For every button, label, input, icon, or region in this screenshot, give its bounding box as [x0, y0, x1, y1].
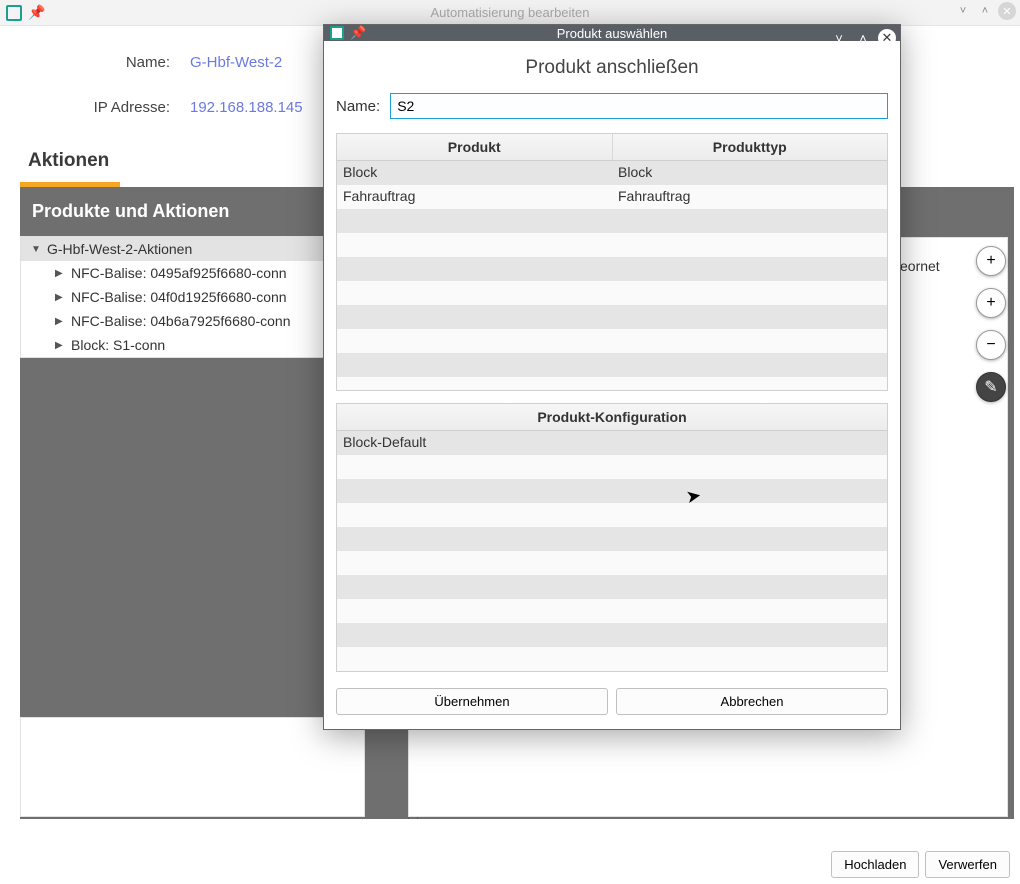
tree-root[interactable]: ▼ G-Hbf-West-2-Aktionen [21, 237, 364, 261]
product-table[interactable]: Produkt Produkttyp Block Block Fahrauftr… [336, 133, 888, 391]
table-row[interactable]: Fahrauftrag Fahrauftrag [337, 185, 887, 209]
plus-icon: + [986, 252, 995, 270]
tree-item-label: NFC-Balise: 0495af925f6680-conn [71, 265, 287, 281]
name-input-label: Name: [336, 98, 380, 115]
dialog-body: Produkt anschließen Name: Produkt Produk… [324, 41, 900, 729]
table-row[interactable] [337, 377, 887, 391]
app-logo-icon [330, 26, 344, 40]
table-row[interactable] [337, 209, 887, 233]
pencil-icon: ✎ [984, 377, 997, 397]
name-input[interactable] [390, 93, 888, 119]
table-row[interactable] [337, 233, 887, 257]
name-value[interactable]: G-Hbf-West-2 [190, 54, 282, 71]
collapse-icon[interactable]: ▶ [55, 292, 65, 303]
parent-window-title: Automatisierung bearbeiten [431, 5, 590, 20]
chevron-up-icon[interactable]: ˄ [976, 2, 994, 20]
table-row[interactable] [337, 623, 887, 647]
table-row[interactable] [337, 329, 887, 353]
table-row[interactable] [337, 455, 887, 479]
table-row[interactable] [337, 281, 887, 305]
cell-product: Block [337, 161, 612, 185]
dialog-titlebar: 📌 Produkt auswählen ˅ ˄ ✕ [324, 25, 900, 41]
close-icon[interactable]: ✕ [878, 29, 896, 47]
cancel-button[interactable]: Abbrechen [616, 688, 888, 715]
edit-tool-button[interactable]: ✎ [976, 372, 1006, 402]
table-row[interactable] [337, 503, 887, 527]
add-tool-a-button[interactable]: + [976, 246, 1006, 276]
config-table-header: Produkt-Konfiguration [337, 404, 887, 431]
upload-button[interactable]: Hochladen [831, 851, 919, 878]
close-icon[interactable]: ✕ [998, 2, 1016, 20]
ip-value[interactable]: 192.168.188.145 [190, 99, 303, 116]
table-row[interactable] [337, 257, 887, 281]
plus-icon: + [986, 294, 995, 312]
tree-item-label: NFC-Balise: 04b6a7925f6680-conn [71, 313, 290, 329]
dialog-title: Produkt auswählen [557, 26, 668, 41]
pin-icon[interactable]: 📌 [28, 4, 45, 21]
cell-type: Fahrauftrag [612, 185, 887, 209]
table-row[interactable] [337, 305, 887, 329]
apply-button[interactable]: Übernehmen [336, 688, 608, 715]
add-tool-b-button[interactable]: + [976, 288, 1006, 318]
discard-button[interactable]: Verwerfen [925, 851, 1010, 878]
expand-icon[interactable]: ▼ [31, 244, 41, 255]
remove-tool-button[interactable]: − [976, 330, 1006, 360]
chevron-up-icon[interactable]: ˄ [854, 29, 872, 47]
select-product-dialog: 📌 Produkt auswählen ˅ ˄ ✕ Produkt anschl… [323, 24, 901, 730]
tree-item[interactable]: ▶ NFC-Balise: 04f0d1925f6680-conn [21, 285, 364, 309]
collapse-icon[interactable]: ▶ [55, 268, 65, 279]
table-row[interactable]: Block Block [337, 161, 887, 185]
table-row[interactable] [337, 353, 887, 377]
tree-item[interactable]: ▶ NFC-Balise: 04b6a7925f6680-conn [21, 309, 364, 333]
table-row[interactable]: Block-Default [337, 431, 887, 455]
tree-item[interactable]: ▶ NFC-Balise: 0495af925f6680-conn [21, 261, 364, 285]
tree-root-label: G-Hbf-West-2-Aktionen [47, 241, 192, 257]
bottom-button-bar: Hochladen Verwerfen [831, 851, 1010, 878]
config-row-label: Block-Default [343, 434, 426, 450]
tree-item[interactable]: ▶ Block: S1-conn [21, 333, 364, 357]
pin-icon[interactable]: 📌 [350, 25, 366, 41]
tool-buttons: + + − ✎ [976, 246, 1006, 402]
app-logo-icon [6, 5, 22, 21]
table-row[interactable] [337, 479, 887, 503]
cell-type: Block [612, 161, 887, 185]
table-row[interactable] [337, 551, 887, 575]
tree-item-label: Block: S1-conn [71, 337, 165, 353]
name-label: Name: [20, 54, 170, 71]
dialog-heading: Produkt anschließen [336, 57, 888, 79]
tree-view[interactable]: ▼ G-Hbf-West-2-Aktionen ▶ NFC-Balise: 04… [20, 236, 365, 358]
collapse-icon[interactable]: ▶ [55, 340, 65, 351]
table-row[interactable] [337, 647, 887, 671]
minus-icon: − [986, 336, 995, 354]
table-row[interactable] [337, 575, 887, 599]
column-header-product[interactable]: Produkt [337, 134, 613, 160]
tree-item-label: NFC-Balise: 04f0d1925f6680-conn [71, 289, 287, 305]
column-header-type[interactable]: Produkttyp [613, 134, 888, 160]
chevron-down-icon[interactable]: ˅ [830, 29, 848, 47]
parent-window-titlebar: 📌 Automatisierung bearbeiten ˅ ˄ ✕ [0, 0, 1020, 26]
ip-label: IP Adresse: [20, 99, 170, 116]
lower-content-box [20, 717, 365, 817]
collapse-icon[interactable]: ▶ [55, 316, 65, 327]
cell-product: Fahrauftrag [337, 185, 612, 209]
table-row[interactable] [337, 527, 887, 551]
truncated-text: eornet [900, 258, 940, 274]
config-table[interactable]: Produkt-Konfiguration Block-Default [336, 403, 888, 672]
table-row[interactable] [337, 599, 887, 623]
chevron-down-icon[interactable]: ˅ [954, 2, 972, 20]
